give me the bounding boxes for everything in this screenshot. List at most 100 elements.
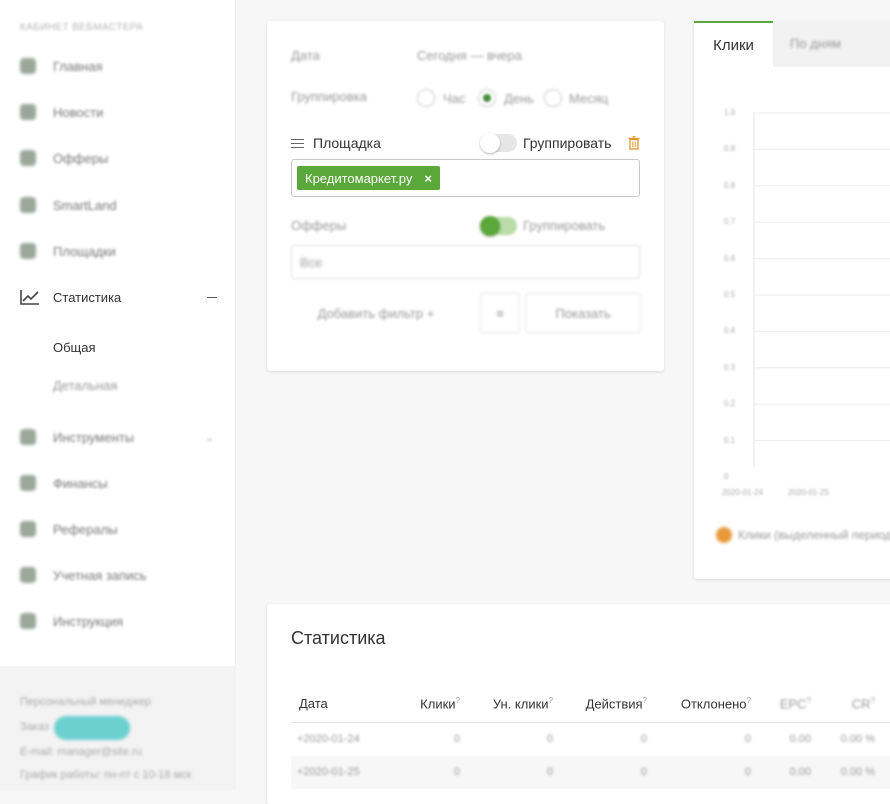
platform-filter-header: Площадка Группировать <box>291 133 641 154</box>
chart-panel: Клики По дням 1.0 0.9 0.8 0.7 0.6 0.5 0.4 0.3 0.… <box>694 21 890 579</box>
sidebar-subitem-detailed[interactable]: Детальная <box>53 378 117 393</box>
sidebar-item-label: SmartLand <box>53 197 117 213</box>
manager-hours: График работы: пн-пт с 10-18 мск <box>20 769 192 781</box>
chart-tabs: Клики По дням <box>694 21 890 67</box>
chart-icon <box>20 290 39 305</box>
y-tick-label: 0.5 <box>724 290 736 299</box>
offer-group-toggle[interactable] <box>480 216 517 236</box>
sidebar-item-label: Финансы <box>53 475 108 491</box>
platform-tag-label: Кредитомаркет.ру <box>305 170 413 186</box>
sidebar-footer: Персональный менеджер Заказ E-mail: mana… <box>0 666 236 790</box>
tab-by-day-label: По дням <box>790 36 841 51</box>
sidebar-item-tools[interactable]: Инструменты ⌄ <box>0 422 236 452</box>
instruction-icon <box>20 613 36 629</box>
radio-month[interactable] <box>544 89 562 107</box>
tab-clicks[interactable]: Клики <box>694 21 773 67</box>
table-cell: 0.00 <box>789 733 811 745</box>
column-header[interactable]: Дата <box>299 696 328 711</box>
tools-icon <box>20 429 36 445</box>
tab-by-day[interactable]: По дням <box>773 21 890 67</box>
home-icon <box>20 58 36 74</box>
table-cell: +2020-01-25 <box>297 766 360 778</box>
chat-button[interactable] <box>54 716 130 740</box>
y-tick-label: 0.1 <box>724 435 736 445</box>
referrals-icon <box>20 521 36 537</box>
column-header[interactable]: Ун. клики? <box>493 696 553 711</box>
chevron-down-icon: ⌄ <box>205 431 215 444</box>
offers-icon <box>20 150 36 166</box>
help-icon[interactable]: ? <box>807 696 811 705</box>
radio-hour-label: Час <box>443 91 466 106</box>
sidebar-item-label: Учетная запись <box>53 567 147 583</box>
table-cell: 0.00 % <box>840 733 875 745</box>
table-cell: 0 <box>744 733 751 745</box>
add-filter-button[interactable]: Добавить фильтр + <box>291 293 461 333</box>
radio-month-label: Месяц <box>569 91 609 106</box>
legend-marker[interactable] <box>716 527 732 543</box>
platform-tag: Кредитомаркет.ру × <box>297 166 440 190</box>
help-icon[interactable]: ? <box>871 696 875 705</box>
sites-icon <box>20 243 36 259</box>
sidebar-item-account[interactable]: Учетная запись <box>0 560 236 590</box>
sidebar-item-instruction[interactable]: Инструкция <box>0 606 236 636</box>
column-header[interactable]: Клики? <box>420 696 460 711</box>
collapse-icon[interactable] <box>207 297 217 298</box>
help-icon[interactable]: ? <box>643 696 647 705</box>
sidebar-item-offers[interactable]: Офферы <box>0 143 236 173</box>
sidebar-item-finance[interactable]: Финансы <box>0 468 236 498</box>
y-tick-label: 0.6 <box>724 253 736 263</box>
show-button[interactable]: Показать <box>525 293 641 333</box>
sidebar-item-label: Статистика <box>53 289 122 305</box>
help-icon[interactable]: ? <box>747 696 751 705</box>
sidebar-item-label: Инструкция <box>53 613 123 629</box>
y-tick-label: 0.3 <box>724 362 736 372</box>
sidebar-header: КАБИНЕТ ВЕБМАСТЕРА <box>20 22 144 33</box>
y-tick-label: 0.7 <box>724 217 736 227</box>
table-cell: 0 <box>640 766 647 778</box>
help-icon[interactable]: ? <box>456 696 460 705</box>
drag-handle-icon[interactable] <box>291 139 304 148</box>
manager-name: Заказ <box>20 721 49 733</box>
offer-filter-label: Офферы <box>291 218 347 233</box>
y-tick-label: 0 <box>724 472 729 481</box>
radio-day[interactable] <box>478 89 496 107</box>
reset-button[interactable]: ≡ <box>480 293 520 333</box>
offer-select[interactable]: Все <box>291 245 640 279</box>
sidebar-item-label: Главная <box>53 58 103 74</box>
column-header[interactable]: Действия? <box>586 696 647 711</box>
help-icon[interactable]: ? <box>549 696 553 705</box>
sidebar-item-statistics[interactable]: Статистика <box>0 282 236 312</box>
radio-hour[interactable] <box>417 89 435 107</box>
radio-day-label: День <box>504 91 534 106</box>
table-cell: 0 <box>453 766 460 778</box>
sidebar-item-smartland[interactable]: SmartLand <box>0 190 236 220</box>
sidebar-item-label: Офферы <box>53 150 109 166</box>
sidebar-item-sites[interactable]: Площадки <box>0 236 236 266</box>
y-tick-label: 0.2 <box>724 399 736 409</box>
sidebar-item-news[interactable]: Новости <box>0 97 236 127</box>
remove-tag-icon[interactable]: × <box>424 171 432 186</box>
y-tick-label: 0.8 <box>724 180 736 190</box>
platform-group-toggle[interactable] <box>480 133 517 153</box>
news-icon <box>20 104 36 120</box>
sidebar-item-home[interactable]: Главная <box>0 51 236 81</box>
date-range-input[interactable]: Сегодня — вчера <box>417 48 522 63</box>
account-icon <box>20 567 36 583</box>
sidebar-item-label: Новости <box>53 104 104 120</box>
platform-tag-input[interactable]: Кредитомаркет.ру × <box>291 159 640 197</box>
table-cell: 0 <box>640 733 647 745</box>
manager-email: E-mail: manager@site.ru <box>20 746 142 758</box>
column-header[interactable]: Отклонено? <box>681 696 751 711</box>
filter-panel: Дата Сегодня — вчера Группировка Час Ден… <box>267 21 664 371</box>
sidebar-subitem-general[interactable]: Общая <box>53 340 96 355</box>
smartland-icon <box>20 197 36 213</box>
table-row[interactable]: +2020-01-24 0 0 0 0 0.00 0.00 % <box>291 723 890 756</box>
trash-icon[interactable] <box>628 136 640 150</box>
table-row[interactable]: +2020-01-25 0 0 0 0 0.00 0.00 % <box>291 756 890 789</box>
table-cell: +2020-01-24 <box>297 733 360 745</box>
column-header[interactable]: CR? <box>852 696 875 711</box>
sidebar-item-referrals[interactable]: Рефералы <box>0 514 236 544</box>
stats-table-panel: Статистика Дата Клики? Ун. клики? Действия?… <box>267 604 890 804</box>
y-tick-label: 1.0 <box>724 108 736 117</box>
column-header[interactable]: EPC? <box>780 696 811 711</box>
